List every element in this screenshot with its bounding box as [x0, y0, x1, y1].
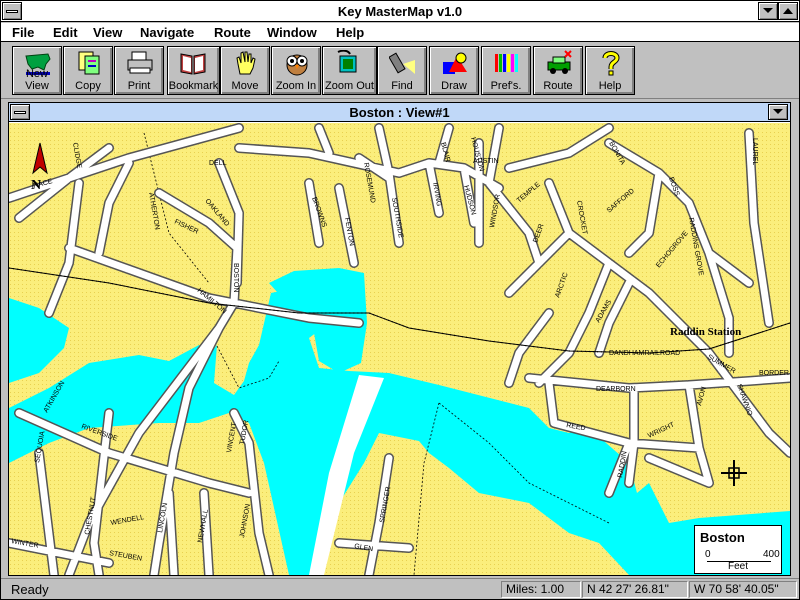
- map-view-window: Boston : View#1 N Raddin Station NACE CL…: [8, 102, 791, 576]
- legend-scale-start: 0: [705, 549, 711, 560]
- print-button[interactable]: Print: [114, 46, 164, 95]
- maximize-button[interactable]: [778, 2, 798, 20]
- longitude-readout: W 70 58' 40.05": [689, 581, 797, 598]
- printer-icon: [127, 51, 153, 74]
- minimize-icon: [763, 8, 773, 13]
- app-title: Key MasterMap v1.0: [337, 4, 463, 19]
- map-canvas[interactable]: N Raddin Station NACE CLIDGE DELL OAKLAND AT…: [9, 123, 790, 575]
- prefs-label: Pref's.: [490, 80, 522, 92]
- new-view-button[interactable]: New View: [12, 46, 62, 95]
- legend-city: Boston: [700, 530, 745, 545]
- zoom-in-label: Zoom In: [275, 80, 317, 92]
- crayons-icon: [495, 54, 518, 72]
- draw-button[interactable]: Draw: [429, 46, 479, 95]
- legend-scale-end: 400: [763, 549, 780, 560]
- station-label: Raddin Station: [670, 326, 741, 338]
- map-legend: Boston 0 400 Feet: [694, 525, 782, 574]
- prefs-button[interactable]: Pref's.: [481, 46, 531, 95]
- shapes-icon: [443, 52, 467, 74]
- status-text: Ready: [11, 582, 49, 597]
- zoom-out-button[interactable]: Zoom Out: [322, 46, 377, 95]
- car-icon: [547, 50, 572, 74]
- owl-icon: [286, 54, 308, 76]
- main-window: Key MasterMap v1.0 File Edit View Naviga…: [0, 0, 800, 600]
- view-maximize-button[interactable]: [768, 104, 788, 120]
- street-label-border: BORDER: [759, 370, 789, 377]
- menu-edit[interactable]: Edit: [53, 25, 78, 40]
- menu-file[interactable]: File: [12, 25, 34, 40]
- menu-bar: File Edit View Navigate Route Window Hel…: [1, 23, 799, 42]
- legend-unit: Feet: [728, 561, 749, 572]
- street-label-dandhamrailroad: DANDHAMRAILROAD: [609, 350, 680, 357]
- map-view-title: Boston : View#1: [349, 105, 450, 120]
- zoom-out-label: Zoom Out: [325, 80, 374, 92]
- view-maximize-icon: [773, 109, 783, 114]
- route-button[interactable]: Route: [533, 46, 583, 95]
- move-label: Move: [231, 80, 259, 92]
- street-label-austin: AUSTIN: [473, 158, 499, 165]
- menu-navigate[interactable]: Navigate: [140, 25, 194, 40]
- minimize-button[interactable]: [758, 2, 778, 20]
- draw-label: Draw: [441, 80, 467, 92]
- menu-route[interactable]: Route: [214, 25, 251, 40]
- find-button[interactable]: Find: [377, 46, 427, 95]
- print-label: Print: [127, 80, 151, 92]
- copy-label: Copy: [75, 80, 101, 92]
- bookmark-button[interactable]: Bookmark: [167, 46, 220, 95]
- street-label-laurel: LAUREL: [751, 138, 758, 165]
- latitude-readout: N 42 27' 26.81": [582, 581, 688, 598]
- maximize-icon: [783, 8, 793, 14]
- title-bar: Key MasterMap v1.0: [1, 1, 799, 22]
- street-map[interactable]: N Raddin Station NACECLIDGE DELLOAKLANDAT…: [9, 123, 790, 575]
- new-view-label: New View: [25, 68, 49, 92]
- book-icon: [180, 53, 206, 75]
- bookmark-label: Bookmark: [168, 80, 219, 92]
- hand-icon: [236, 51, 256, 75]
- street-label-boston: BOSTON: [232, 263, 239, 292]
- zoom-out-icon: [337, 50, 357, 73]
- move-button[interactable]: Move: [220, 46, 270, 95]
- street-label-dearborn: DEARBORN: [596, 386, 636, 393]
- find-label: Find: [391, 80, 413, 92]
- zoom-in-button[interactable]: Zoom In: [271, 46, 321, 95]
- miles-readout: Miles: 1.00: [501, 581, 581, 598]
- menu-view[interactable]: View: [93, 25, 122, 40]
- question-icon: [602, 51, 620, 76]
- menu-help[interactable]: Help: [336, 25, 364, 40]
- route-label: Route: [543, 80, 573, 92]
- mdi-client-area: Boston : View#1 N Raddin Station NACE CL…: [1, 100, 799, 578]
- street-label-dell: DELL: [209, 160, 227, 167]
- help-label: Help: [598, 80, 622, 92]
- menu-window[interactable]: Window: [267, 25, 317, 40]
- flashlight-icon: [389, 52, 415, 74]
- map-view-title-bar: Boston : View#1: [9, 103, 790, 122]
- status-bar: Ready Miles: 1.00 N 42 27' 26.81" W 70 5…: [1, 578, 799, 599]
- copy-icon: [78, 51, 100, 75]
- copy-button[interactable]: Copy: [63, 46, 113, 95]
- help-button[interactable]: Help: [585, 46, 635, 95]
- toolbar: New View Copy Print Bookmark Move Zoom I…: [1, 43, 799, 99]
